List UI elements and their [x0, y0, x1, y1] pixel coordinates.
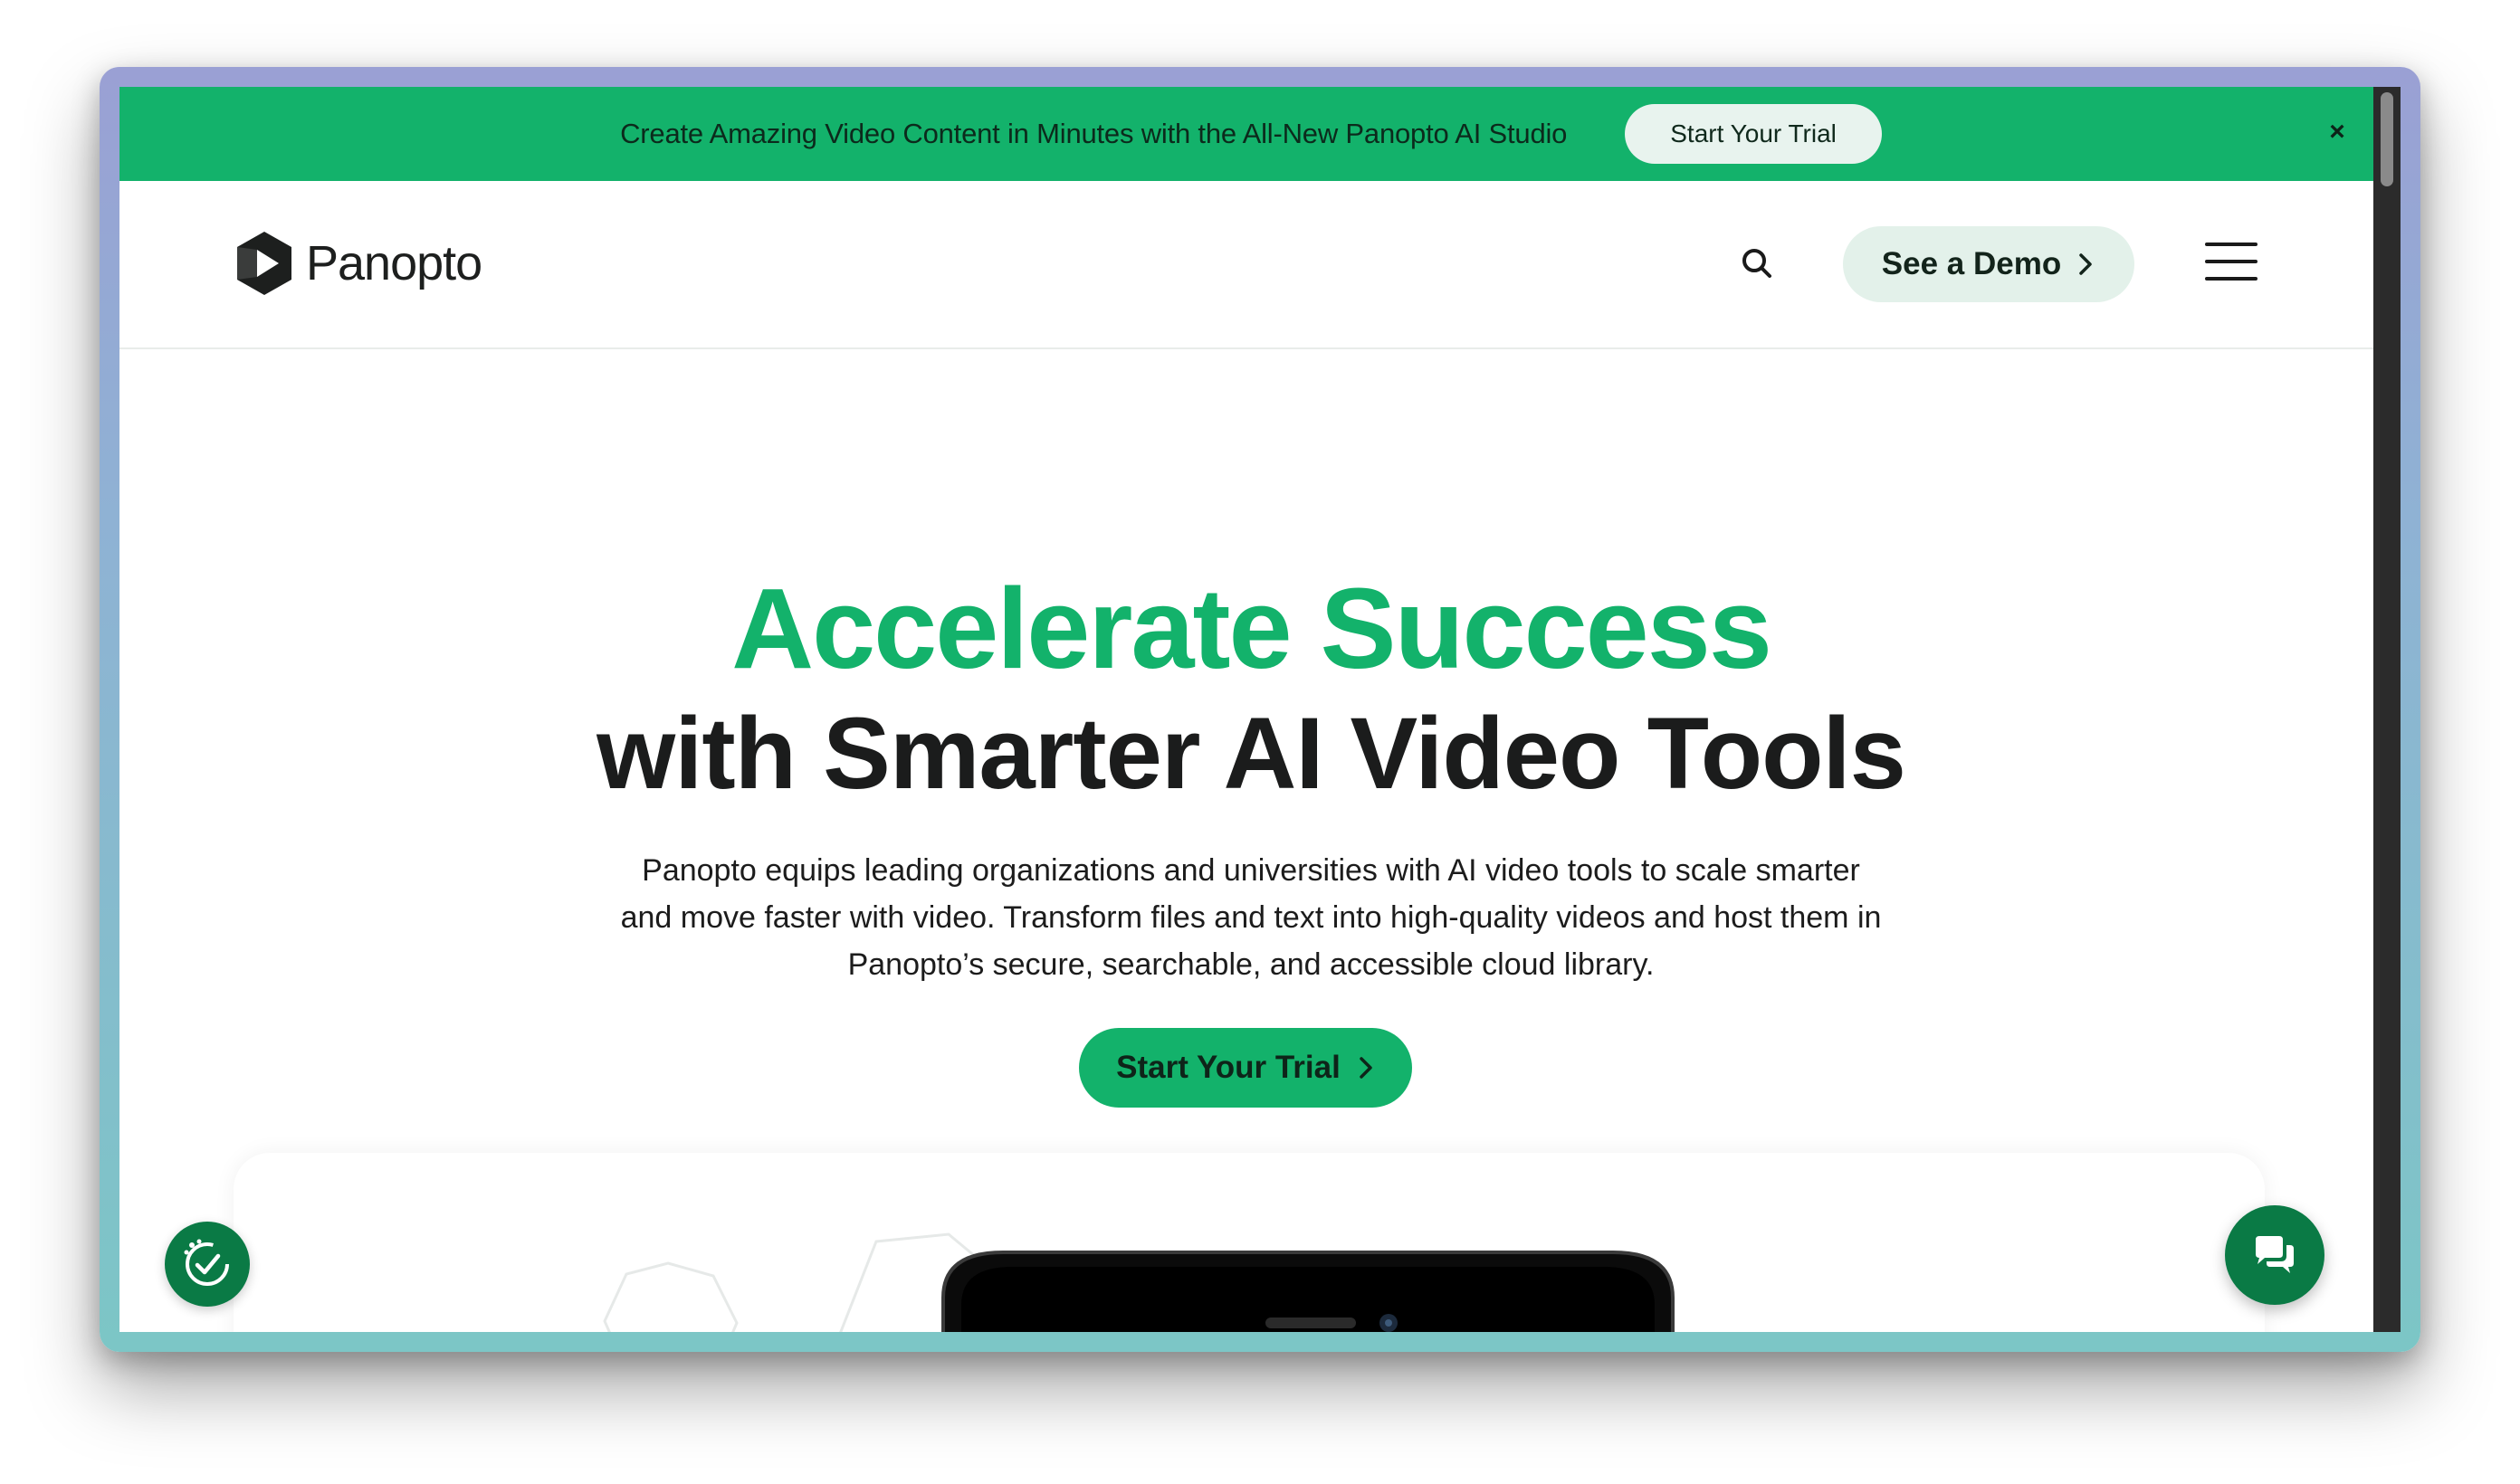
banner-text: Create Amazing Video Content in Minutes … [620, 118, 1568, 149]
media-illustration [603, 1232, 1675, 1332]
decorative-hexagon-1 [603, 1261, 739, 1332]
site-header: Panopto See a Demo [119, 181, 2382, 349]
browser-window: Create Amazing Video Content in Minutes … [100, 67, 2420, 1352]
accessibility-icon [184, 1239, 229, 1286]
panopto-logo-icon [237, 232, 291, 295]
chevron-right-icon [1360, 1057, 1372, 1079]
hero-description: Panopto equips leading organizations and… [620, 853, 1882, 982]
logo-text: Panopto [306, 236, 482, 290]
hero-title-line2: with Smarter AI Video Tools [597, 697, 1906, 810]
page-viewport: Create Amazing Video Content in Minutes … [119, 87, 2382, 1332]
banner-start-trial-button[interactable]: Start Your Trial [1625, 104, 1882, 164]
close-icon[interactable]: × [2319, 114, 2355, 150]
scrollbar-thumb[interactable] [2381, 92, 2393, 186]
search-button[interactable] [1736, 243, 1780, 286]
hero-start-trial-label: Start Your Trial [1116, 1050, 1341, 1085]
hero-start-trial-button[interactable]: Start Your Trial [1079, 1028, 1412, 1108]
hero-media-card [234, 1153, 2265, 1332]
chevron-right-icon [2079, 253, 2092, 275]
chat-widget-button[interactable] [2225, 1205, 2324, 1305]
hamburger-menu-icon[interactable] [2205, 239, 2258, 284]
hero-title-line1: Accelerate Success [731, 565, 1772, 692]
phone-speaker [1265, 1318, 1356, 1328]
logo[interactable]: Panopto [234, 230, 482, 297]
announcement-banner: Create Amazing Video Content in Minutes … [119, 87, 2382, 181]
chat-icon [2256, 1236, 2294, 1273]
search-icon [1742, 249, 1771, 278]
see-a-demo-label: See a Demo [1881, 246, 2062, 281]
accessibility-widget-button[interactable] [165, 1222, 250, 1307]
scrollbar[interactable] [2373, 87, 2401, 1332]
see-a-demo-button[interactable]: See a Demo [1843, 226, 2134, 302]
